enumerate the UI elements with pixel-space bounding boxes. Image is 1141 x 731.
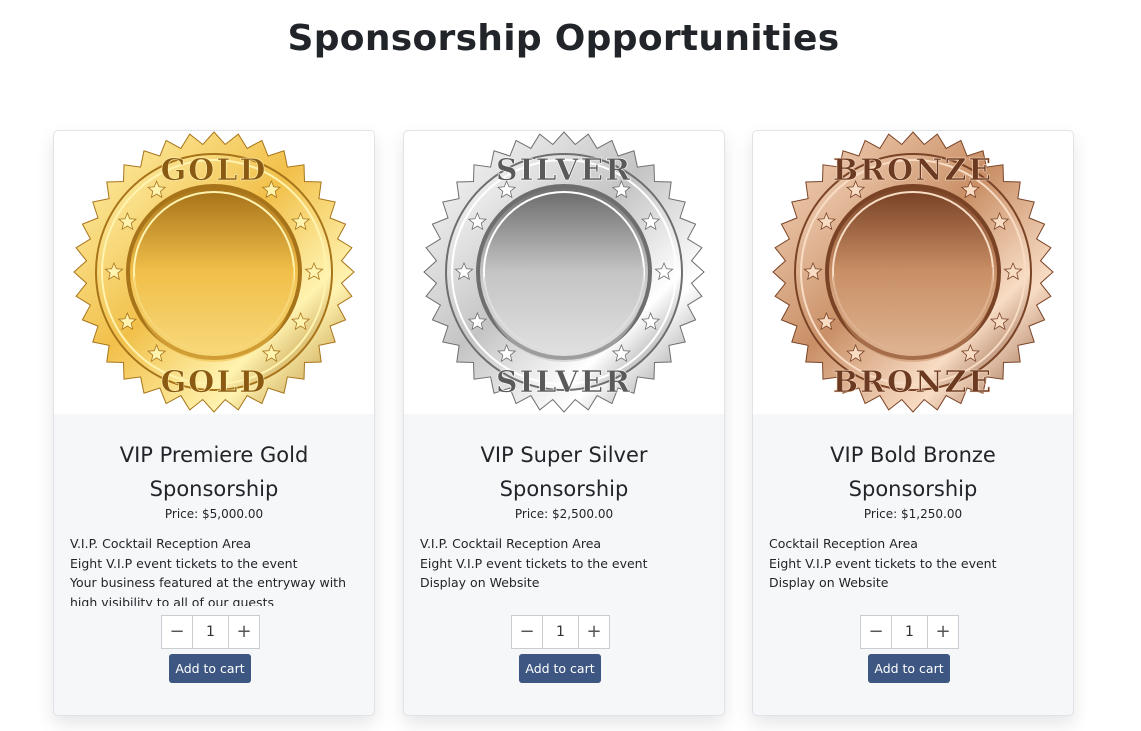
feature-list: V.I.P. Cocktail Reception Area Eight V.I… xyxy=(404,534,724,606)
card-title-line1: VIP Bold Bronze xyxy=(830,443,996,467)
page-title: Sponsorship Opportunities xyxy=(287,18,840,59)
svg-text:BRONZE: BRONZE xyxy=(833,365,994,400)
silver-medal-image: SILVER SILVER xyxy=(404,131,724,414)
feature-item: Cocktail Reception Area xyxy=(769,536,918,551)
card-title-line1: VIP Super Silver xyxy=(480,443,648,467)
card-title-line1: VIP Premiere Gold xyxy=(119,443,309,467)
bronze-medal-image: BRONZE BRONZE xyxy=(753,131,1073,414)
add-to-cart-button[interactable]: Add to cart xyxy=(519,654,601,683)
card-title: VIP Bold Bronze Sponsorship xyxy=(753,438,1073,506)
decrement-button[interactable]: − xyxy=(162,616,193,648)
quantity-input[interactable]: 1 xyxy=(892,616,927,648)
feature-item: Eight V.I.P event tickets to the event xyxy=(420,555,648,571)
card-price: Price: $1,250.00 xyxy=(863,507,963,521)
feature-list: Cocktail Reception Area Eight V.I.P even… xyxy=(753,534,1073,606)
feature-item: Your business featured at the entryway w… xyxy=(70,575,346,590)
feature-item: V.I.P. Cocktail Reception Area xyxy=(420,536,602,551)
feature-item: Eight V.I.P event tickets to the event xyxy=(769,555,997,571)
sponsorship-card-silver: SILVER SILVER VIP Super Silver Sponsorshi… xyxy=(403,130,725,716)
feature-item: V.I.P. Cocktail Reception Area xyxy=(70,536,252,551)
feature-item: Display on Website xyxy=(769,575,889,590)
svg-text:SILVER: SILVER xyxy=(496,365,632,400)
card-price: Price: $2,500.00 xyxy=(514,507,614,521)
gold-medal-image: GOLD GOLD xyxy=(54,131,374,414)
decrement-button[interactable]: − xyxy=(861,616,892,648)
add-to-cart-button[interactable]: Add to cart xyxy=(868,654,950,683)
feature-item: Eight V.I.P event tickets to the event xyxy=(70,555,298,571)
card-title-line2: Sponsorship xyxy=(848,477,978,501)
feature-item: high visibility to all of our guests xyxy=(70,594,274,607)
svg-text:SILVER: SILVER xyxy=(496,153,632,188)
medal-seal-icon: GOLD GOLD xyxy=(73,131,355,413)
decrement-button[interactable]: − xyxy=(512,616,543,648)
quantity-stepper: − 1 + xyxy=(860,615,959,649)
quantity-stepper: − 1 + xyxy=(511,615,610,649)
sponsorship-card-bronze: BRONZE BRONZE VIP Bold Bronze Sponsorship… xyxy=(752,130,1074,716)
quantity-input[interactable]: 1 xyxy=(193,616,228,648)
quantity-stepper: − 1 + xyxy=(161,615,260,649)
quantity-input[interactable]: 1 xyxy=(543,616,578,648)
increment-button[interactable]: + xyxy=(228,616,259,648)
svg-text:GOLD: GOLD xyxy=(161,153,268,188)
increment-button[interactable]: + xyxy=(927,616,958,648)
card-title: VIP Super Silver Sponsorship xyxy=(404,438,724,506)
medal-seal-icon: SILVER SILVER xyxy=(423,131,705,413)
feature-list: V.I.P. Cocktail Reception Area Eight V.I… xyxy=(54,534,374,606)
feature-item: Display on Website xyxy=(420,575,540,590)
card-title: VIP Premiere Gold Sponsorship xyxy=(54,438,374,506)
svg-text:BRONZE: BRONZE xyxy=(833,153,994,188)
svg-text:GOLD: GOLD xyxy=(161,365,268,400)
sponsorship-cards: GOLD GOLD VIP Premiere Gold Sponsorship P… xyxy=(53,130,1074,716)
increment-button[interactable]: + xyxy=(578,616,609,648)
add-to-cart-button[interactable]: Add to cart xyxy=(169,654,251,683)
card-price: Price: $5,000.00 xyxy=(164,507,264,521)
card-title-line2: Sponsorship xyxy=(499,477,629,501)
sponsorship-card-gold: GOLD GOLD VIP Premiere Gold Sponsorship P… xyxy=(53,130,375,716)
medal-seal-icon: BRONZE BRONZE xyxy=(772,131,1054,413)
card-title-line2: Sponsorship xyxy=(149,477,279,501)
